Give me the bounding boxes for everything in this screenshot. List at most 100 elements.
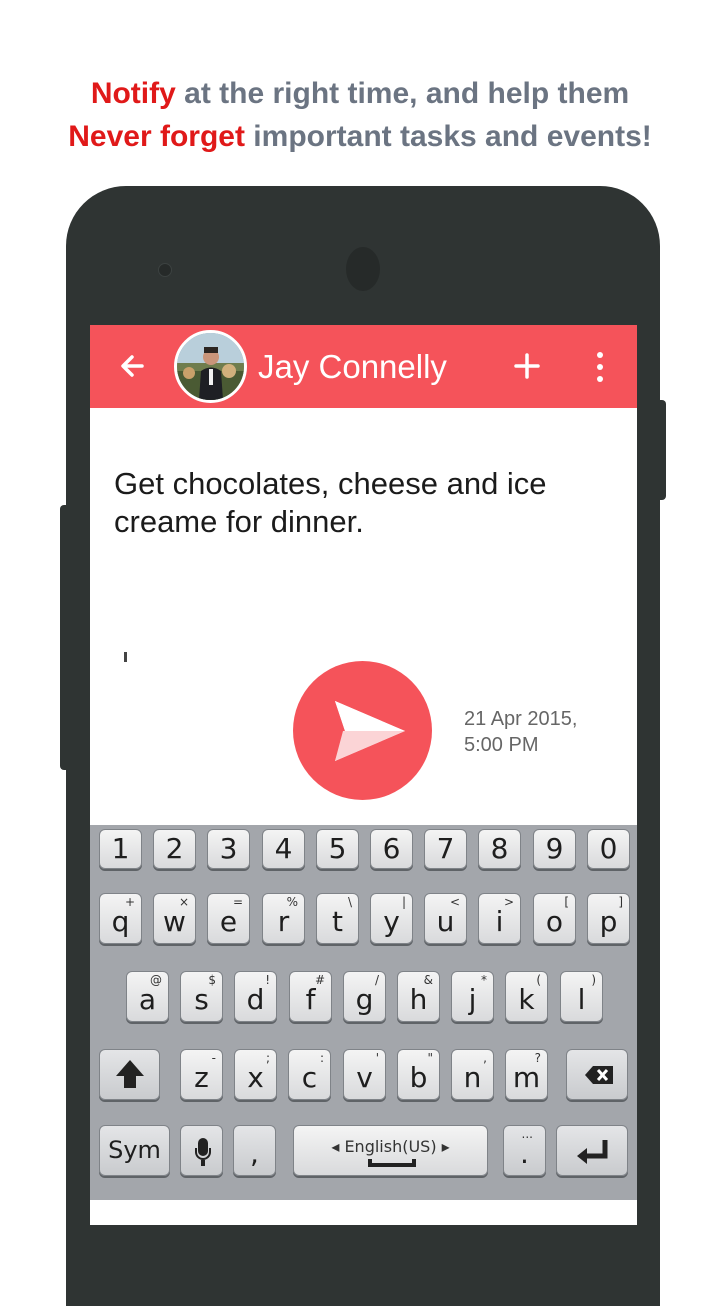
sym-key[interactable]: Sym	[99, 1125, 170, 1176]
key-label: j	[468, 983, 477, 1016]
key-label: c	[301, 1061, 318, 1094]
number-key-0[interactable]: 0	[587, 829, 630, 869]
key-label: h	[409, 983, 428, 1016]
key-label: 4	[274, 832, 293, 865]
shift-key[interactable]	[99, 1049, 160, 1100]
enter-key[interactable]	[556, 1125, 628, 1176]
period-label: .	[520, 1137, 529, 1170]
letter-key-w[interactable]: × w	[153, 893, 196, 944]
letter-key-y[interactable]: | y	[370, 893, 413, 944]
key-label: 0	[599, 832, 618, 865]
arrow-left-icon	[121, 355, 144, 377]
key-label: a	[138, 983, 157, 1016]
proximity-sensor	[158, 263, 172, 277]
key-label: 6	[382, 832, 401, 865]
letter-key-v[interactable]: ' v	[343, 1049, 386, 1100]
key-label: g	[355, 983, 374, 1016]
letter-key-r[interactable]: % r	[262, 893, 305, 944]
key-label: n	[463, 1061, 482, 1094]
key-label: 7	[436, 832, 455, 865]
number-key-4[interactable]: 4	[262, 829, 305, 869]
space-key[interactable]: ◂ English(US) ▸	[293, 1125, 488, 1176]
period-key[interactable]: ... .	[503, 1125, 546, 1176]
headline-line-2: Never forget important tasks and events!	[0, 115, 720, 158]
letter-key-d[interactable]: ! d	[234, 971, 277, 1022]
letter-key-f[interactable]: # f	[289, 971, 332, 1022]
key-label: z	[194, 1061, 209, 1094]
spacebar-icon	[368, 1159, 416, 1167]
key-label: u	[436, 905, 455, 938]
comma-key[interactable]: ,	[233, 1125, 276, 1176]
overflow-menu-button[interactable]	[585, 347, 615, 387]
more-vertical-icon-dot	[597, 376, 603, 382]
key-label: d	[246, 983, 265, 1016]
more-vertical-icon-dot	[597, 364, 603, 370]
number-key-8[interactable]: 8	[478, 829, 521, 869]
letter-key-k[interactable]: (k	[505, 971, 548, 1022]
letter-key-l[interactable]: ) l	[560, 971, 603, 1022]
reminder-time: 5:00 PM	[464, 734, 539, 756]
space-language-label: ◂ English(US) ▸	[331, 1137, 450, 1156]
key-label: 9	[545, 832, 564, 865]
key-label: o	[545, 905, 564, 938]
front-camera	[346, 247, 380, 291]
number-key-3[interactable]: 3	[207, 829, 250, 869]
back-button[interactable]	[112, 345, 154, 387]
number-key-2[interactable]: 2	[153, 829, 196, 869]
key-label: k	[518, 983, 535, 1016]
add-button[interactable]	[506, 345, 548, 387]
letter-key-e[interactable]: = e	[207, 893, 250, 944]
backspace-key[interactable]	[566, 1049, 628, 1100]
letter-key-j[interactable]: * j	[451, 971, 494, 1022]
number-key-9[interactable]: 9	[533, 829, 576, 869]
letter-key-o[interactable]: [o	[533, 893, 576, 944]
contact-avatar[interactable]	[174, 330, 247, 403]
text-cursor	[124, 652, 127, 662]
number-key-6[interactable]: 6	[370, 829, 413, 869]
key-label: 8	[490, 832, 509, 865]
letter-key-s[interactable]: $ s	[180, 971, 223, 1022]
number-key-1[interactable]: 1	[99, 829, 142, 869]
letter-key-a[interactable]: @ a	[126, 971, 169, 1022]
letter-key-p[interactable]: ] p	[587, 893, 630, 944]
contact-name[interactable]: Jay Connelly	[258, 347, 447, 387]
letter-key-z[interactable]: -z	[180, 1049, 223, 1100]
number-key-7[interactable]: 7	[424, 829, 467, 869]
key-label: m	[512, 1061, 541, 1094]
key-label: f	[305, 983, 316, 1016]
letter-key-n[interactable]: ,n	[451, 1049, 494, 1100]
headline-line-1: Notify at the right time, and help them	[0, 72, 720, 115]
letter-key-h[interactable]: & h	[397, 971, 440, 1022]
letter-key-x[interactable]: ; x	[234, 1049, 277, 1100]
send-button[interactable]	[293, 661, 432, 800]
toolbar: Jay Connelly	[90, 325, 637, 408]
headline-text-1: at the right time, and help them	[175, 77, 630, 110]
letter-key-c[interactable]: :c	[288, 1049, 331, 1100]
letter-key-m[interactable]: ? m	[505, 1049, 548, 1100]
letter-key-i[interactable]: > i	[478, 893, 521, 944]
reminder-message[interactable]: Get chocolates, cheese and ice creame fo…	[114, 465, 614, 541]
letter-key-b[interactable]: " b	[397, 1049, 440, 1100]
comma-label: ,	[250, 1137, 259, 1170]
headline-text-2: important tasks and events!	[244, 120, 652, 153]
key-label: x	[247, 1061, 264, 1094]
key-label: r	[277, 905, 290, 938]
key-label: s	[194, 983, 209, 1016]
send-icon	[335, 701, 405, 761]
key-label: q	[111, 905, 130, 938]
reminder-datetime[interactable]: 21 Apr 2015, 5:00 PM	[464, 706, 624, 758]
letter-key-g[interactable]: / g	[343, 971, 386, 1022]
letter-key-t[interactable]: \ t	[316, 893, 359, 944]
sym-label: Sym	[108, 1136, 161, 1164]
key-label: e	[219, 905, 238, 938]
key-label: 5	[328, 832, 347, 865]
key-label: y	[383, 905, 400, 938]
key-label: l	[577, 983, 586, 1016]
mic-key[interactable]	[180, 1125, 223, 1176]
letter-key-u[interactable]: < u	[424, 893, 467, 944]
key-label: t	[332, 905, 343, 938]
number-key-5[interactable]: 5	[316, 829, 359, 869]
plus-icon	[514, 353, 540, 379]
key-label: w	[163, 905, 186, 938]
letter-key-q[interactable]: + q	[99, 893, 142, 944]
